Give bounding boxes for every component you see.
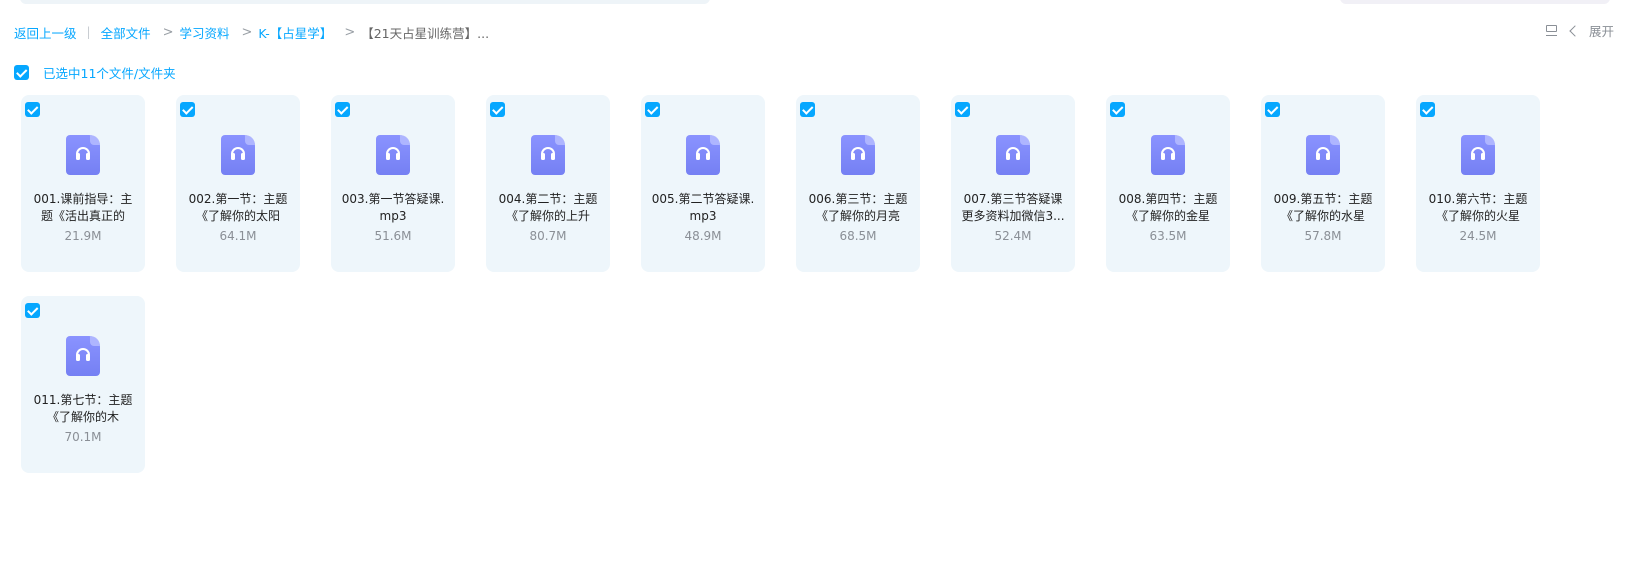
chevron-right-icon: > [162, 24, 174, 40]
breadcrumb-item-current: 【21天占星训练营】... [361, 25, 490, 41]
headphone-icon [230, 147, 246, 161]
audio-file-icon [531, 135, 565, 175]
file-checkbox[interactable] [1265, 102, 1280, 117]
breadcrumb-item-study-materials[interactable]: 学习资料 [179, 23, 229, 42]
list-view-icon[interactable] [1545, 24, 1559, 38]
file-checkbox[interactable] [1420, 102, 1435, 117]
expand-label: 展开 [1588, 24, 1614, 39]
file-checkbox[interactable] [25, 102, 40, 117]
file-name: 006.第三节：主题《了解你的月亮 [808, 192, 908, 223]
file-card[interactable]: 005.第二节答疑课.mp3 48.9M [641, 95, 765, 272]
audio-file-icon [66, 336, 100, 376]
search-bar-remnant [20, 0, 710, 4]
audio-file-icon [996, 135, 1030, 175]
headphone-icon [850, 147, 866, 161]
view-controls: 展开 [1545, 21, 1614, 40]
selection-count-label: 已选中11个文件/文件夹 [43, 66, 176, 81]
file-checkbox[interactable] [955, 102, 970, 117]
audio-file-icon [1461, 135, 1495, 175]
file-size: 52.4M [994, 229, 1032, 243]
file-size: 51.6M [374, 229, 412, 243]
file-card[interactable]: 009.第五节：主题《了解你的水星 57.8M [1261, 95, 1385, 272]
file-size: 63.5M [1149, 229, 1187, 243]
file-card[interactable]: 002.第一节：主题《了解你的太阳 64.1M [176, 95, 300, 272]
audio-file-icon [221, 135, 255, 175]
file-size: 57.8M [1304, 229, 1342, 243]
file-name: 008.第四节：主题《了解你的金星 [1118, 192, 1218, 223]
file-name: 005.第二节答疑课.mp3 [651, 192, 755, 223]
audio-file-icon [1306, 135, 1340, 175]
breadcrumb: 返回上一级 | 全部文件 > 学习资料 > K-【占星学】 > 【21天占星训练… [14, 22, 489, 42]
breadcrumb-divider: | [86, 25, 91, 39]
file-card[interactable]: 006.第三节：主题《了解你的月亮 68.5M [796, 95, 920, 272]
audio-file-icon [686, 135, 720, 175]
headphone-icon [1315, 147, 1331, 161]
chevron-right-icon: > [344, 24, 356, 40]
file-size: 24.5M [1459, 229, 1497, 243]
headphone-icon [540, 147, 556, 161]
file-checkbox[interactable] [335, 102, 350, 117]
audio-file-icon [1151, 135, 1185, 175]
file-name: 010.第六节：主题《了解你的火星 [1428, 192, 1528, 223]
headphone-icon [1470, 147, 1486, 161]
file-checkbox[interactable] [25, 303, 40, 318]
headphone-icon [75, 147, 91, 161]
breadcrumb-item-all-files[interactable]: 全部文件 [101, 23, 151, 42]
headphone-icon [1005, 147, 1021, 161]
file-name: 002.第一节：主题《了解你的太阳 [188, 192, 288, 223]
file-size: 70.1M [64, 430, 102, 444]
headphone-icon [75, 348, 91, 362]
file-checkbox[interactable] [490, 102, 505, 117]
file-checkbox[interactable] [1110, 102, 1125, 117]
file-size: 64.1M [219, 229, 257, 243]
file-size: 80.7M [529, 229, 567, 243]
file-name: 011.第七节：主题《了解你的木 [33, 393, 133, 424]
file-card[interactable]: 010.第六节：主题《了解你的火星 24.5M [1416, 95, 1540, 272]
file-name: 003.第一节答疑课.mp3 [341, 192, 445, 223]
file-grid: 001.课前指导：主题《活出真正的 21.9M 002.第一节：主题《了解你的太阳 6… [21, 95, 1581, 473]
headphone-icon [695, 147, 711, 161]
file-card[interactable]: 001.课前指导：主题《活出真正的 21.9M [21, 95, 145, 272]
top-right-bar-remnant [1340, 0, 1610, 4]
file-size: 68.5M [839, 229, 877, 243]
select-all-row: 已选中11个文件/文件夹 [14, 63, 176, 82]
expand-button[interactable]: 展开 [1569, 21, 1614, 40]
file-card[interactable]: 003.第一节答疑课.mp3 51.6M [331, 95, 455, 272]
headphone-icon [385, 147, 401, 161]
file-name: 009.第五节：主题《了解你的水星 [1273, 192, 1373, 223]
file-name: 007.第三节答疑课更多资料加微信3... [961, 192, 1065, 223]
file-card[interactable]: 007.第三节答疑课更多资料加微信3... 52.4M [951, 95, 1075, 272]
audio-file-icon [841, 135, 875, 175]
file-checkbox[interactable] [645, 102, 660, 117]
file-checkbox[interactable] [180, 102, 195, 117]
file-size: 21.9M [64, 229, 102, 243]
select-all-checkbox[interactable] [14, 65, 29, 80]
back-link[interactable]: 返回上一级 [14, 23, 77, 42]
file-card[interactable]: 004.第二节：主题《了解你的上升 80.7M [486, 95, 610, 272]
breadcrumb-item-astrology[interactable]: K-【占星学】 [258, 23, 332, 42]
chevron-right-icon: > [241, 24, 253, 40]
file-name: 004.第二节：主题《了解你的上升 [498, 192, 598, 223]
audio-file-icon [66, 135, 100, 175]
file-name: 001.课前指导：主题《活出真正的 [33, 192, 133, 223]
audio-file-icon [376, 135, 410, 175]
file-card[interactable]: 011.第七节：主题《了解你的木 70.1M [21, 296, 145, 473]
file-size: 48.9M [684, 229, 722, 243]
file-checkbox[interactable] [800, 102, 815, 117]
headphone-icon [1160, 147, 1176, 161]
chevron-left-icon [1569, 24, 1581, 37]
file-card[interactable]: 008.第四节：主题《了解你的金星 63.5M [1106, 95, 1230, 272]
